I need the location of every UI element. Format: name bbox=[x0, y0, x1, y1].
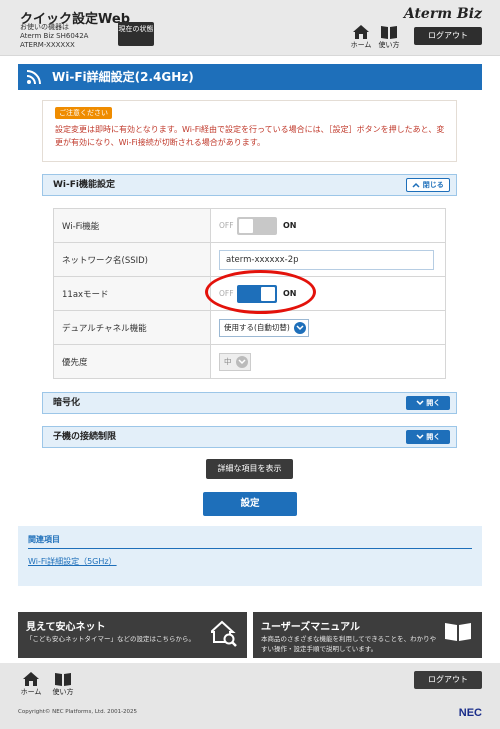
chevron-down-icon bbox=[293, 321, 306, 334]
show-details-button[interactable]: 詳細な項目を表示 bbox=[206, 459, 293, 479]
page-title: Wi-Fi詳細設定(2.4GHz) bbox=[52, 70, 194, 84]
encryption-group-title: 暗号化 bbox=[53, 398, 81, 408]
switch-knob bbox=[239, 218, 253, 233]
table-row: Wi-Fi機能 OFF ON bbox=[53, 208, 446, 243]
home-icon bbox=[23, 672, 39, 686]
row-label: 11axモード bbox=[53, 276, 211, 311]
help-label: 使い方 bbox=[378, 41, 400, 49]
chevron-down-icon bbox=[416, 434, 424, 440]
notice-box: ご注意ください 設定変更は即時に有効となります。Wi-Fi経由で設定を行っている… bbox=[42, 100, 457, 162]
card-title: ユーザーズマニュアル bbox=[261, 622, 360, 633]
row-label: デュアルチャネル機能 bbox=[53, 310, 211, 345]
ssid-input[interactable]: aterm-xxxxxx-2p bbox=[219, 249, 434, 270]
copyright: Copyright© NEC Platforms, Ltd. 2001-2025 bbox=[18, 709, 138, 715]
card-title: 見えて安心ネット bbox=[26, 622, 106, 633]
home-label: ホーム bbox=[20, 688, 42, 696]
help-nav[interactable]: 使い方 bbox=[376, 24, 402, 50]
child-limit-group-title: 子機の接続制限 bbox=[53, 432, 117, 442]
book-icon bbox=[445, 623, 471, 641]
help-nav[interactable]: 使い方 bbox=[50, 671, 76, 697]
chevron-down-icon bbox=[235, 355, 248, 368]
device-info-line: お使いの機器は bbox=[20, 23, 69, 31]
collapse-label: 閉じる bbox=[422, 181, 444, 189]
device-info: お使いの機器は Aterm Biz SH6042A ATERM-XXXXXX bbox=[20, 23, 88, 50]
card-desc: 本商品のさまざまな機能を利用してできることを、わかりやすい操作・設定手順で説明し… bbox=[261, 635, 437, 653]
related-section: 関連項目 Wi-Fi詳細設定（5GHz） bbox=[18, 526, 482, 586]
device-name: ATERM-XXXXXX bbox=[20, 41, 75, 49]
wifi-group-title: Wi-Fi機能設定 bbox=[53, 180, 115, 190]
row-label: 優先度 bbox=[53, 344, 211, 379]
row-value: OFF ON bbox=[210, 208, 446, 243]
notice-badge: ご注意ください bbox=[55, 107, 112, 119]
switch-track bbox=[237, 216, 277, 235]
divider bbox=[28, 548, 472, 549]
house-search-icon bbox=[211, 620, 237, 647]
row-label: ネットワーク名(SSID) bbox=[53, 242, 211, 277]
logout-button[interactable]: ログアウト bbox=[414, 27, 482, 45]
wifi-function-switch[interactable]: OFF bbox=[219, 216, 279, 235]
dual-channel-select[interactable]: 使用する(自動切替) bbox=[219, 318, 309, 337]
switch-off-label: OFF bbox=[219, 220, 234, 230]
book-icon bbox=[55, 673, 71, 686]
row-value: 中 bbox=[210, 344, 446, 379]
user-manual-card[interactable]: ユーザーズマニュアル 本商品のさまざまな機能を利用してできることを、わかりやすい… bbox=[253, 612, 482, 658]
wifi-icon bbox=[26, 70, 41, 85]
status-button[interactable]: 現在の状態 bbox=[118, 22, 154, 46]
related-link-5ghz[interactable]: Wi-Fi詳細設定（5GHz） bbox=[28, 556, 117, 567]
switch-on-label: ON bbox=[283, 221, 297, 230]
row-label: Wi-Fi機能 bbox=[53, 208, 211, 243]
expand-button[interactable]: 開く bbox=[406, 430, 450, 444]
collapse-button[interactable]: 閉じる bbox=[406, 178, 450, 192]
priority-select: 中 bbox=[219, 352, 251, 371]
expand-button[interactable]: 開く bbox=[406, 396, 450, 410]
wifi-group-header[interactable]: Wi-Fi機能設定 閉じる bbox=[42, 174, 457, 196]
footer: ホーム 使い方 ログアウト Copyright© NEC Platforms, … bbox=[0, 663, 500, 729]
select-value: 使用する(自動切替) bbox=[224, 322, 290, 332]
table-row: 優先度 中 bbox=[53, 344, 446, 379]
home-label: ホーム bbox=[350, 41, 372, 49]
select-value: 中 bbox=[224, 356, 232, 366]
nec-logo: NEC bbox=[458, 707, 482, 719]
header: クイック設定Web お使いの機器は Aterm Biz SH6042A ATER… bbox=[0, 0, 500, 56]
highlight-ring bbox=[205, 270, 316, 314]
expand-label: 開く bbox=[426, 433, 441, 441]
help-label: 使い方 bbox=[52, 688, 74, 696]
encryption-group-header[interactable]: 暗号化 開く bbox=[42, 392, 457, 414]
logout-button[interactable]: ログアウト bbox=[414, 671, 482, 689]
home-nav[interactable]: ホーム bbox=[348, 24, 374, 50]
home-icon bbox=[353, 25, 369, 39]
submit-button[interactable]: 設定 bbox=[203, 492, 297, 516]
table-row: デュアルチャネル機能 使用する(自動切替) bbox=[53, 310, 446, 345]
child-limit-group-header[interactable]: 子機の接続制限 開く bbox=[42, 426, 457, 448]
notice-text: 設定変更は即時に有効となります。Wi-Fi経由で設定を行っている場合には、［設定… bbox=[55, 125, 445, 147]
expand-label: 開く bbox=[426, 399, 441, 407]
brand-logo: Aterm Biz bbox=[403, 6, 482, 22]
device-model: Aterm Biz SH6042A bbox=[20, 32, 89, 40]
card-desc: 「こども安心ネットタイマー」などの設定はこちらから。 bbox=[26, 635, 195, 643]
main-panel: Wi-Fi詳細設定(2.4GHz) ご注意ください 設定変更は即時に有効となりま… bbox=[0, 56, 500, 663]
home-nav[interactable]: ホーム bbox=[18, 671, 44, 697]
section-title-bar: Wi-Fi詳細設定(2.4GHz) bbox=[18, 64, 482, 90]
row-value: 使用する(自動切替) bbox=[210, 310, 446, 345]
book-icon bbox=[381, 26, 397, 39]
safe-net-card[interactable]: 見えて安心ネット 「こども安心ネットタイマー」などの設定はこちらから。 bbox=[18, 612, 247, 658]
related-title: 関連項目 bbox=[28, 535, 60, 544]
chevron-down-icon bbox=[416, 400, 424, 406]
chevron-up-icon bbox=[412, 182, 420, 188]
